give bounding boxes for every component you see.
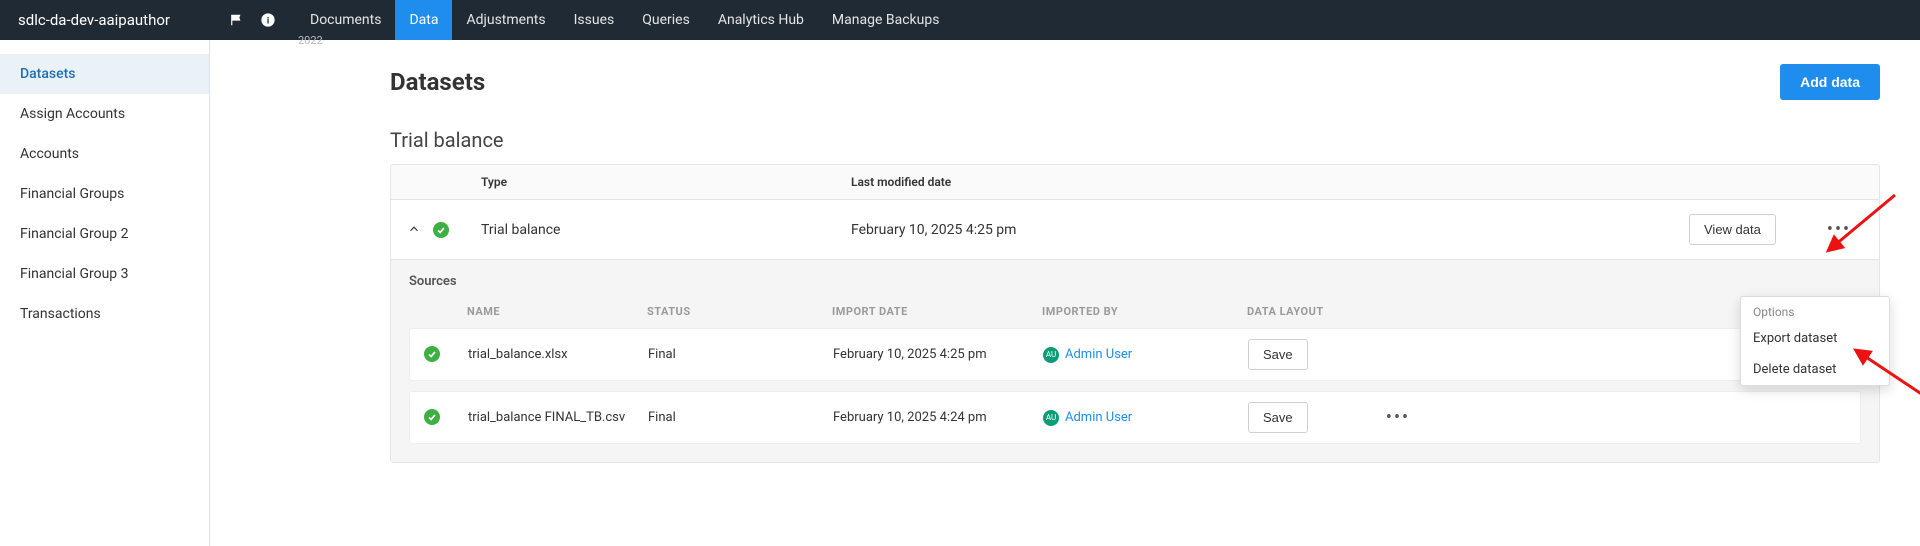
dataset-type: Trial balance (481, 222, 851, 238)
add-data-button[interactable]: Add data (1780, 64, 1880, 100)
col-type: Type (481, 175, 851, 189)
check-circle-icon (424, 409, 440, 425)
source-status: Final (648, 410, 833, 425)
source-import-date: February 10, 2025 4:25 pm (833, 347, 1043, 362)
sources-section: Sources NAME STATUS IMPORT DATE IMPORTED… (391, 260, 1879, 462)
dataset-more-icon[interactable]: ••• (1809, 219, 1869, 240)
col-last-modified: Last modified date (851, 175, 1351, 189)
sidebar-item-financial-group-2[interactable]: Financial Group 2 (0, 214, 209, 254)
dataset-panel: Type Last modified date Trial balance Fe… (390, 164, 1880, 463)
source-row: trial_balance.xlsx Final February 10, 20… (409, 328, 1861, 381)
nav-adjustments[interactable]: Adjustments (452, 0, 559, 40)
avatar: AU (1043, 410, 1059, 426)
nav-analytics-hub[interactable]: Analytics Hub (704, 0, 818, 40)
section-title: Trial balance (390, 128, 1880, 152)
panel-header: Type Last modified date (391, 165, 1879, 200)
sources-title: Sources (409, 274, 1861, 289)
topbar: sdlc-da-dev-aaipauthor 2022 i Documents … (0, 0, 1920, 40)
options-delete-dataset[interactable]: Delete dataset (1741, 354, 1889, 385)
source-name: trial_balance FINAL_TB.csv (468, 410, 648, 425)
sidebar-item-financial-group-3[interactable]: Financial Group 3 (0, 254, 209, 294)
sidebar-item-financial-groups[interactable]: Financial Groups (0, 174, 209, 214)
source-more-icon[interactable]: ••• (1378, 407, 1418, 428)
body: Datasets Assign Accounts Accounts Financ… (0, 40, 1920, 546)
main-content: Datasets Add data Trial balance Type Las… (210, 40, 1920, 546)
check-circle-icon (433, 222, 449, 238)
sidebar-item-datasets[interactable]: Datasets (0, 54, 209, 94)
check-circle-icon (424, 346, 440, 362)
main-nav: Documents Data Adjustments Issues Querie… (296, 0, 953, 40)
col-data-layout: DATA LAYOUT (1247, 305, 1377, 318)
sidebar-item-assign-accounts[interactable]: Assign Accounts (0, 94, 209, 134)
nav-queries[interactable]: Queries (628, 0, 704, 40)
source-name: trial_balance.xlsx (468, 347, 648, 362)
save-button[interactable]: Save (1248, 339, 1308, 370)
nav-data[interactable]: Data (395, 0, 452, 40)
project-block[interactable]: sdlc-da-dev-aaipauthor 2022 (12, 11, 222, 29)
page-title: Datasets (390, 68, 485, 96)
flag-icon[interactable] (230, 13, 244, 27)
col-imported-by: IMPORTED BY (1042, 305, 1247, 318)
sources-header: NAME STATUS IMPORT DATE IMPORTED BY DATA… (409, 295, 1861, 328)
col-name: NAME (467, 305, 647, 318)
chevron-up-icon[interactable] (407, 222, 423, 238)
options-export-dataset[interactable]: Export dataset (1741, 323, 1889, 354)
source-import-date: February 10, 2025 4:24 pm (833, 410, 1043, 425)
svg-text:i: i (267, 15, 270, 25)
save-button[interactable]: Save (1248, 402, 1308, 433)
options-menu: Options Export dataset Delete dataset (1740, 296, 1890, 386)
page-header: Datasets Add data (390, 64, 1880, 100)
source-status: Final (648, 347, 833, 362)
sidebar: Datasets Assign Accounts Accounts Financ… (0, 40, 210, 546)
sidebar-item-transactions[interactable]: Transactions (0, 294, 209, 334)
nav-issues[interactable]: Issues (560, 0, 629, 40)
view-data-button[interactable]: View data (1689, 214, 1776, 245)
nav-manage-backups[interactable]: Manage Backups (818, 0, 954, 40)
project-name: sdlc-da-dev-aaipauthor (18, 11, 170, 29)
source-imported-by[interactable]: AU Admin User (1043, 410, 1248, 426)
dataset-last-modified: February 10, 2025 4:25 pm (851, 222, 1351, 238)
info-icon[interactable]: i (260, 12, 276, 28)
source-imported-by[interactable]: AU Admin User (1043, 347, 1248, 363)
col-status: STATUS (647, 305, 832, 318)
col-import-date: IMPORT DATE (832, 305, 1042, 318)
avatar: AU (1043, 347, 1059, 363)
sidebar-item-accounts[interactable]: Accounts (0, 134, 209, 174)
options-menu-title: Options (1741, 297, 1889, 323)
source-row: trial_balance FINAL_TB.csv Final Februar… (409, 391, 1861, 444)
dataset-row: Trial balance February 10, 2025 4:25 pm … (391, 200, 1879, 260)
